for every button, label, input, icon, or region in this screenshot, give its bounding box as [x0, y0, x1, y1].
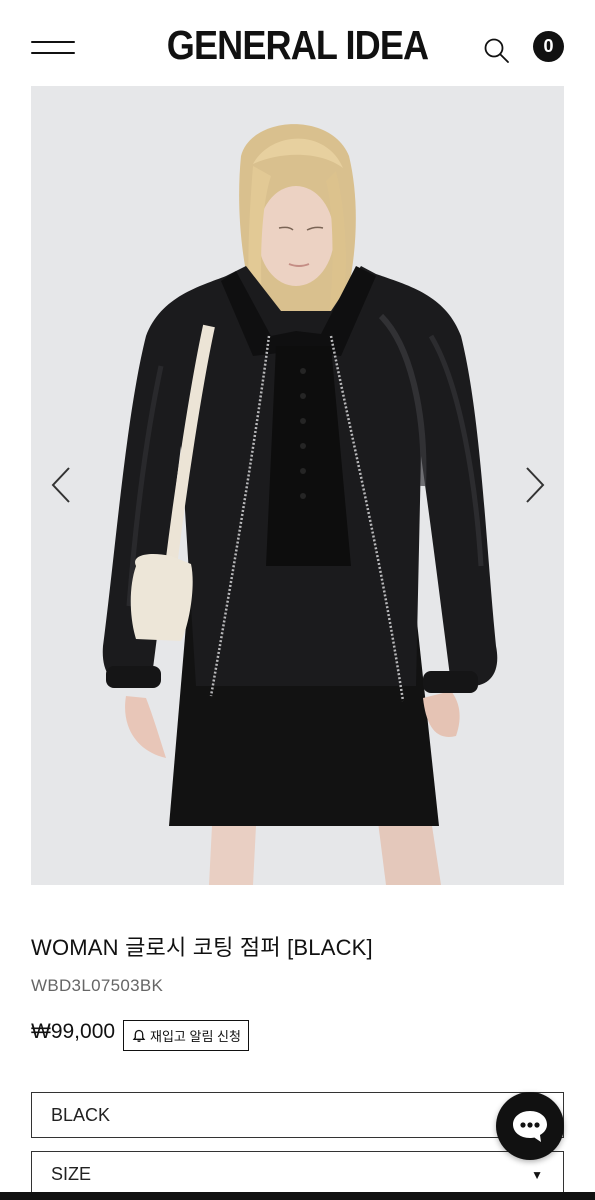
chat-bubble-icon — [513, 1111, 547, 1142]
product-photo — [31, 86, 564, 885]
product-image-gallery[interactable] — [31, 86, 564, 885]
caret-down-icon: ▼ — [531, 1168, 543, 1182]
color-select-value: BLACK — [51, 1104, 111, 1125]
brand-logo[interactable]: GENERAL IDEA — [36, 22, 560, 69]
chevron-left-icon[interactable] — [49, 465, 75, 505]
bell-icon — [132, 1029, 146, 1042]
product-title: WOMAN 글로시 코팅 점퍼 [BLACK] — [31, 935, 373, 960]
search-icon[interactable] — [482, 36, 512, 66]
cart-count-badge[interactable]: 0 — [533, 31, 564, 62]
restock-alert-label: 재입고 알림 신청 — [150, 1029, 241, 1044]
top-header: GENERAL IDEA 0 — [0, 0, 595, 86]
product-sku: WBD3L07503BK — [31, 976, 164, 995]
size-select-placeholder: SIZE — [51, 1163, 92, 1184]
bottom-system-bar — [0, 1192, 595, 1200]
size-select[interactable]: SIZE ▼ — [31, 1151, 564, 1197]
restock-alert-button[interactable]: 재입고 알림 신청 — [123, 1020, 249, 1051]
color-select[interactable]: BLACK — [31, 1092, 564, 1138]
product-price: ₩99,000 — [31, 1020, 116, 1043]
chevron-right-icon[interactable] — [521, 465, 547, 505]
chat-support-button[interactable] — [496, 1092, 564, 1160]
